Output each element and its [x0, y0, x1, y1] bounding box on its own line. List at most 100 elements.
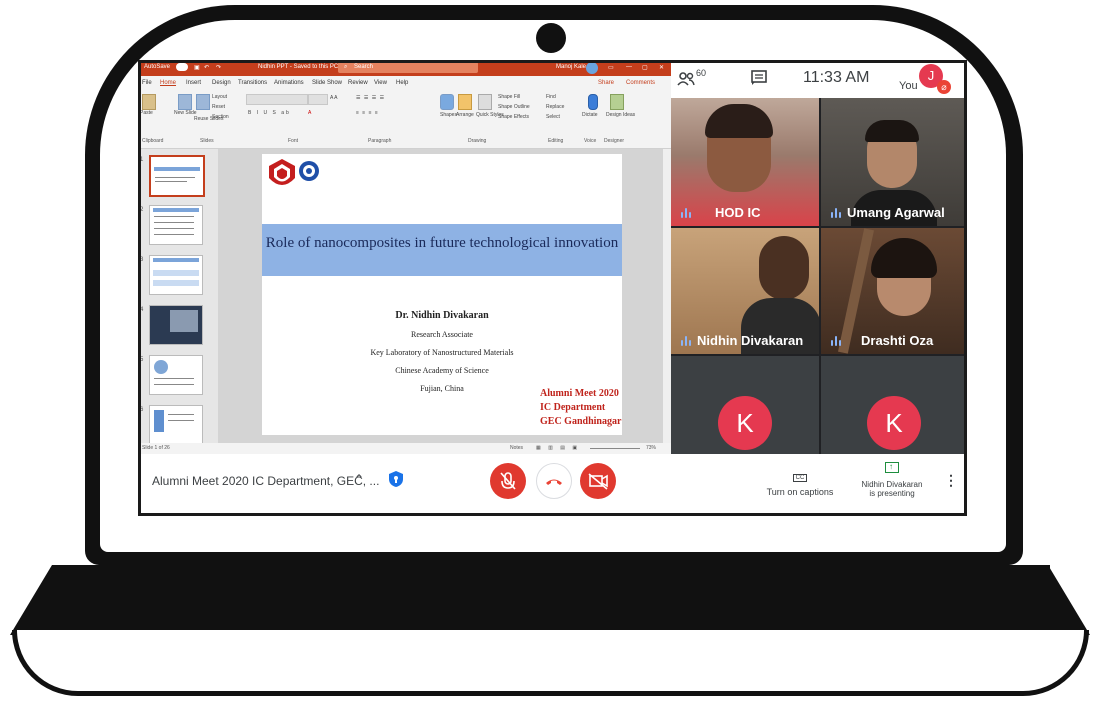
slide-thumbnail[interactable] [149, 205, 203, 245]
tab-insert[interactable]: Insert [186, 80, 201, 86]
shapes-icon[interactable] [440, 94, 454, 110]
tab-home[interactable]: Home [160, 80, 176, 86]
reset-button[interactable]: Reset [212, 104, 225, 110]
group-designer: Designer [604, 138, 625, 144]
zoom-level[interactable]: 73% [646, 445, 656, 451]
mic-toggle-button[interactable] [490, 463, 526, 499]
shape-outline-button[interactable]: Shape Outline [498, 104, 530, 110]
presenting-button[interactable]: ↑ Nidhin Divakaran is presenting [842, 460, 942, 498]
chevron-up-icon[interactable]: ⌃ [354, 472, 364, 486]
laptop-foot [12, 630, 1089, 696]
select-button[interactable]: Select [546, 114, 560, 120]
font-name-select[interactable] [246, 94, 308, 105]
tab-slide-show[interactable]: Slide Show [312, 80, 342, 86]
participants-icon[interactable] [677, 72, 695, 86]
microphone-icon[interactable] [588, 94, 598, 110]
slide-count: Slide 1 of 26 [142, 445, 170, 451]
tab-file[interactable]: File [142, 80, 152, 86]
replace-button[interactable]: Replace [546, 104, 564, 110]
slide-thumbnail[interactable] [149, 305, 203, 345]
participant-tile[interactable]: Drashti Oza [821, 228, 967, 354]
share-button[interactable]: Share [598, 80, 614, 86]
slide-thumbnail[interactable] [149, 355, 203, 395]
participant-name: Drashti Oza [861, 333, 934, 348]
group-editing: Editing [548, 138, 564, 144]
more-options-icon[interactable]: ⋮ [944, 472, 958, 489]
tab-transitions[interactable]: Transitions [238, 80, 267, 86]
shape-fill-button[interactable]: Shape Fill [498, 94, 520, 100]
laptop-base-right [1030, 565, 1090, 635]
participant-tile[interactable]: K [821, 356, 967, 454]
slide-role: Research Associate [411, 330, 473, 339]
speaking-icon [831, 207, 841, 218]
search-icon: ⌕ [344, 64, 348, 70]
shape-effects-button[interactable]: Shape Effects [498, 114, 529, 120]
paste-label: Paste [140, 110, 153, 116]
group-font: Font [288, 138, 299, 144]
autosave-toggle[interactable] [176, 63, 188, 71]
university-logo-icon [269, 159, 295, 185]
user-avatar[interactable] [586, 62, 598, 74]
current-slide[interactable]: Role of nanocomposites in future technol… [262, 154, 622, 435]
section-button[interactable]: Section [212, 114, 229, 120]
zoom-slider[interactable] [590, 448, 640, 449]
view-buttons[interactable]: ▦ ▥ ▤ ▣ [536, 445, 580, 451]
arrange-icon[interactable] [458, 94, 472, 110]
maximize-icon[interactable]: ▢ [642, 64, 648, 71]
slide-thumbnail[interactable] [149, 255, 203, 295]
reuse-slides-icon[interactable] [196, 94, 210, 110]
find-button[interactable]: Find [546, 94, 556, 100]
presenting-status: is presenting [869, 489, 915, 498]
redo-icon[interactable]: ↷ [216, 64, 221, 71]
list-buttons[interactable]: ☰ ☰ ☰ ☰ [356, 95, 385, 101]
chat-icon[interactable] [751, 70, 767, 86]
thumb-number: 2 [140, 207, 144, 213]
undo-icon[interactable]: ↶ [204, 64, 209, 71]
shield-icon[interactable] [388, 470, 404, 488]
dictate-label: Dictate [582, 112, 598, 118]
participant-tile[interactable]: Nidhin Divakaran [671, 228, 819, 354]
ribbon-display-icon[interactable]: ▭ [608, 64, 614, 71]
comments-button[interactable]: Comments [626, 80, 655, 86]
ppt-search-box[interactable]: ⌕ Search [338, 62, 478, 73]
user-name[interactable]: Manoj Kale [556, 64, 586, 70]
participant-name-tile: HOD IC [681, 205, 761, 220]
font-style-buttons[interactable]: B I U S ab [248, 110, 291, 116]
save-icon[interactable]: ▣ [194, 64, 200, 71]
event-line-2: IC Department [540, 402, 606, 413]
align-buttons[interactable]: ≡ ≡ ≡ ≡ [356, 110, 379, 116]
tab-design[interactable]: Design [212, 80, 231, 86]
hang-up-icon [546, 479, 562, 485]
end-call-button[interactable] [536, 463, 572, 499]
minimize-icon[interactable]: — [626, 64, 632, 70]
meet-top-bar: 60 11:33 AM You J ⌀ [671, 60, 967, 98]
new-slide-icon[interactable] [178, 94, 192, 110]
tab-help[interactable]: Help [396, 80, 408, 86]
notes-button[interactable]: Notes [510, 445, 523, 451]
tab-review[interactable]: Review [348, 80, 368, 86]
meeting-details[interactable]: Alumni Meet 2020 IC Department, GEC, ... [152, 474, 379, 488]
slide-scrollbar[interactable] [663, 149, 671, 443]
participant-tile[interactable]: K [671, 356, 819, 454]
design-ideas-icon[interactable] [610, 94, 624, 110]
participant-tile[interactable]: Umang Agarwal [821, 98, 967, 226]
slide-thumbnail[interactable] [149, 155, 205, 197]
layout-button[interactable]: Layout [212, 94, 227, 100]
font-grow-icon[interactable]: A A [330, 95, 338, 101]
laptop-base-left [10, 565, 70, 635]
tab-view[interactable]: View [374, 80, 387, 86]
font-size-select[interactable] [308, 94, 328, 105]
quick-styles-icon[interactable] [478, 94, 492, 110]
paste-icon[interactable] [142, 94, 156, 110]
group-paragraph: Paragraph [368, 138, 392, 144]
close-icon[interactable]: ✕ [659, 64, 664, 71]
thumb-number: 6 [140, 407, 144, 413]
captions-button[interactable]: CC Turn on captions [750, 466, 850, 497]
font-color-icon[interactable]: A [308, 110, 311, 116]
shapes-label: Shapes [440, 112, 457, 118]
autosave-label[interactable]: AutoSave [144, 64, 170, 70]
slide-thumbnail[interactable] [149, 405, 203, 445]
tab-animations[interactable]: Animations [274, 80, 304, 86]
camera-toggle-button[interactable] [580, 463, 616, 499]
participant-tile[interactable]: HOD IC [671, 98, 819, 226]
